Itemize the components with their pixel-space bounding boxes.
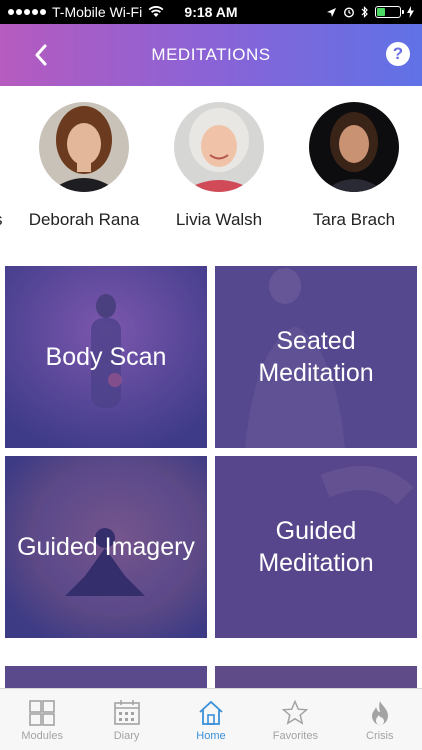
- flame-icon: [366, 699, 394, 727]
- status-left: T-Mobile Wi-Fi: [8, 4, 164, 20]
- location-icon: [327, 7, 336, 17]
- bluetooth-icon: [361, 6, 368, 18]
- card-background: [5, 666, 207, 688]
- carrier-label: T-Mobile Wi-Fi: [52, 4, 143, 20]
- avatar: [309, 102, 399, 192]
- teacher-item[interactable]: Tara Brach: [289, 102, 419, 230]
- battery-fill: [377, 8, 385, 16]
- wifi-icon: [148, 6, 164, 17]
- tab-modules[interactable]: Modules: [0, 699, 84, 742]
- star-icon: [281, 699, 309, 727]
- tab-label: Home: [196, 730, 226, 742]
- avatar: [174, 102, 264, 192]
- teacher-name: Livia Walsh: [175, 210, 263, 229]
- card-guided-meditation[interactable]: Guided Meditation: [215, 456, 417, 638]
- calendar-icon: [113, 699, 141, 727]
- teacher-item[interactable]: Deborah Rana: [19, 102, 149, 230]
- signal-icon: [8, 9, 46, 15]
- chevron-left-icon: [35, 44, 47, 66]
- tab-diary[interactable]: Diary: [85, 699, 169, 742]
- tab-home[interactable]: Home: [169, 699, 253, 742]
- header: MEDITATIONS ?: [0, 24, 422, 86]
- grid-icon: [28, 699, 56, 727]
- help-icon: ?: [392, 44, 404, 63]
- card-guided-imagery[interactable]: Guided Imagery: [5, 456, 207, 638]
- card-body-scan[interactable]: Body Scan: [5, 266, 207, 448]
- teacher-name-partial: s: [0, 210, 3, 230]
- home-icon: [197, 699, 225, 727]
- teacher-name: Tara Brach: [312, 210, 396, 229]
- teacher-name: Deborah Rana: [28, 210, 140, 229]
- page-title: MEDITATIONS: [151, 45, 271, 64]
- card-background: [215, 666, 417, 688]
- tab-label: Crisis: [366, 730, 394, 742]
- card-partial[interactable]: [215, 666, 417, 688]
- teachers-carousel[interactable]: s Deborah Rana Livia Walsh: [0, 86, 422, 256]
- card-label: Body Scan: [45, 343, 167, 371]
- card-partial[interactable]: [5, 666, 207, 688]
- status-right: [326, 6, 414, 18]
- card-seated-meditation[interactable]: Seated Meditation: [215, 266, 417, 448]
- teacher-item[interactable]: Livia Walsh: [154, 102, 284, 230]
- battery-icon: [375, 6, 404, 18]
- tab-label: Favorites: [272, 730, 318, 742]
- card-label: Guided Meditation: [258, 517, 374, 577]
- back-button[interactable]: [26, 40, 56, 70]
- help-button[interactable]: ?: [386, 42, 410, 66]
- alarm-icon: [343, 7, 355, 18]
- tab-crisis[interactable]: Crisis: [338, 699, 422, 742]
- avatar: [39, 102, 129, 192]
- charging-icon: [407, 6, 414, 18]
- tab-label: Diary: [113, 730, 140, 742]
- meditation-grid[interactable]: Body Scan Seated Meditation Guided Image…: [0, 264, 422, 688]
- card-label: Guided Imagery: [17, 533, 195, 561]
- tab-favorites[interactable]: Favorites: [253, 699, 337, 742]
- tab-label: Modules: [21, 730, 63, 742]
- tab-bar: Modules Diary Home Favorites Crisis: [0, 688, 422, 750]
- card-label: Seated Meditation: [258, 327, 374, 387]
- status-bar: T-Mobile Wi-Fi 9:18 AM: [0, 0, 422, 24]
